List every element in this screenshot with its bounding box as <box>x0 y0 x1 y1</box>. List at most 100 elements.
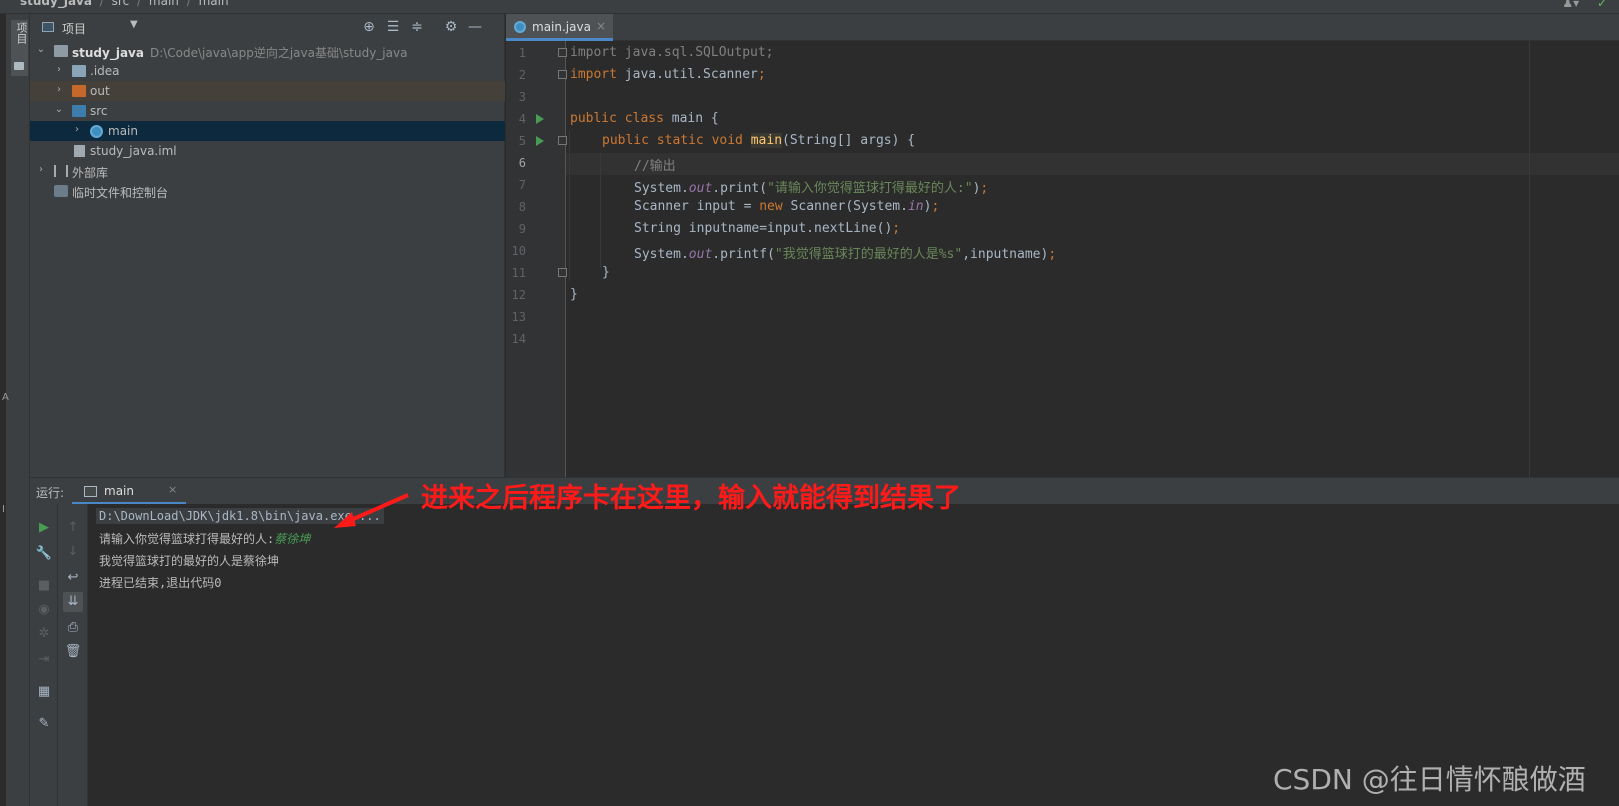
line-number: 13 <box>511 310 526 324</box>
tab-main-java[interactable]: main.java × <box>506 14 613 41</box>
code-token: java.sql.SQLOutput; <box>616 45 774 60</box>
line-number: 9 <box>518 222 526 236</box>
tree-item-label: 临时文件和控制台 <box>72 186 169 200</box>
code-token: System. <box>634 247 689 262</box>
tab-run-main[interactable]: main × <box>72 478 186 505</box>
tree-item-label: out <box>90 84 110 98</box>
tree-item-src[interactable]: ⌄ src <box>30 101 505 121</box>
project-tool-tab-label[interactable]: 项目 <box>13 22 29 44</box>
layout-icon[interactable]: ▦ <box>34 682 54 702</box>
run-method-icon[interactable] <box>536 136 544 146</box>
chevron-down-icon[interactable]: ⌄ <box>54 104 64 115</box>
source-folder-icon <box>72 105 86 117</box>
tree-item-iml[interactable]: study_java.iml <box>30 141 505 161</box>
breadcrumb-src[interactable]: src <box>112 0 130 8</box>
watermark: CSDN @往日情怀酿做酒 <box>1273 763 1586 796</box>
chevron-right-icon[interactable]: › <box>72 124 82 135</box>
code-token: ,inputname) <box>962 247 1049 262</box>
scratches-icon <box>54 185 68 197</box>
breadcrumb-method[interactable]: main <box>199 0 229 8</box>
code-line: } <box>570 287 578 302</box>
line-number: 4 <box>518 112 526 126</box>
close-icon[interactable]: × <box>596 19 606 33</box>
print-icon[interactable]: ⎙ <box>63 618 83 638</box>
semicolon-token: ; <box>931 199 940 214</box>
tab-label: main.java <box>532 20 591 34</box>
code-line: System.out.printf("我觉得篮球打的最好的人是%s",input… <box>634 243 1056 262</box>
code-line: import java.sql.SQLOutput; <box>570 45 774 60</box>
breadcrumb-class[interactable]: main <box>149 0 179 8</box>
locate-icon[interactable]: ⊕ <box>360 18 378 36</box>
project-panel: 项目 ▼ ⊕ ☰ ≑ ⚙ — ⌄ study_java D:\Code\java\… <box>30 14 505 477</box>
semicolon-token: ; <box>892 221 901 236</box>
arrow-down-icon[interactable]: ↓ <box>63 542 83 562</box>
tree-item-project[interactable]: ⌄ study_java D:\Code\java\app逆向之java基础\st… <box>30 41 505 61</box>
exit-icon[interactable]: ⇥ <box>34 650 54 670</box>
code-line: } <box>602 265 610 280</box>
line-number: 1 <box>518 46 526 60</box>
tree-item-label: .idea <box>90 64 120 78</box>
line-number: 6 <box>518 156 526 170</box>
camera-icon[interactable]: ◉ <box>34 600 54 620</box>
chevron-down-icon[interactable]: ⌄ <box>36 44 46 55</box>
console-icon <box>84 486 97 497</box>
line-number: 10 <box>511 244 526 258</box>
pin-icon[interactable]: ✎ <box>34 714 54 734</box>
rerun-icon[interactable]: ▶ <box>34 518 54 538</box>
soft-wrap-icon[interactable]: ↩ <box>63 568 83 588</box>
keyword-token: public static void <box>602 133 743 148</box>
fold-icon[interactable] <box>558 268 567 277</box>
trash-icon[interactable]: 🗑 <box>63 642 83 662</box>
chevron-down-icon[interactable]: ▼ <box>130 19 138 30</box>
tree-item-label: main <box>108 124 138 138</box>
keyword-token: import <box>570 67 617 82</box>
scroll-to-end-icon[interactable]: ⇊ <box>63 592 83 612</box>
tree-item-out[interactable]: › out <box>30 81 505 101</box>
tree-item-external-libraries[interactable]: › 外部库 <box>30 161 505 181</box>
tree-item-idea[interactable]: › .idea <box>30 61 505 81</box>
line-number: 7 <box>518 178 526 192</box>
fold-icon[interactable] <box>558 70 567 79</box>
tree-item-main[interactable]: › main <box>30 121 505 141</box>
breadcrumb-separator: / <box>186 0 191 8</box>
chevron-right-icon[interactable]: › <box>54 84 64 95</box>
breadcrumb-project[interactable]: study_java <box>20 0 92 8</box>
code-token: (String[] args) { <box>782 133 916 148</box>
chevron-right-icon[interactable]: › <box>54 64 64 75</box>
run-class-icon[interactable] <box>536 114 544 124</box>
static-field-token: in <box>907 199 924 214</box>
code-token: } <box>602 265 610 280</box>
gear-icon[interactable]: ⚙ <box>442 18 460 36</box>
string-token: "请输入你觉得篮球打得最好的人:" <box>767 181 973 196</box>
tree-item-path: D:\Code\java\app逆向之java基础\study_java <box>149 46 408 60</box>
user-icon[interactable]: ♟▾ <box>1562 0 1579 10</box>
minimize-icon[interactable]: — <box>466 18 484 36</box>
folder-icon <box>14 62 24 70</box>
close-icon[interactable]: × <box>168 483 177 496</box>
expand-all-icon[interactable]: ☰ <box>384 18 402 36</box>
code-token: main { <box>663 111 719 126</box>
run-toolbar-secondary: ↑ ↓ ↩ ⇊ ⎙ 🗑 <box>58 504 88 806</box>
build-hammer-icon[interactable]: ✓ <box>1597 0 1607 10</box>
excluded-folder-icon <box>72 85 86 97</box>
method-name-token: main <box>750 133 783 148</box>
fold-icon[interactable] <box>558 136 567 145</box>
tree-item-scratches[interactable]: 临时文件和控制台 <box>30 181 505 201</box>
tree-item-label: study_java.iml <box>90 144 177 158</box>
project-panel-title[interactable]: 项目 <box>62 20 86 37</box>
restore-layout-icon[interactable]: ✲ <box>34 624 54 644</box>
console-output-line: 我觉得篮球打的最好的人是蔡徐坤 <box>99 554 280 568</box>
fold-icon[interactable] <box>558 48 567 57</box>
code-token: Scanner input = <box>634 199 760 214</box>
wrench-icon[interactable]: 🔧 <box>34 544 54 564</box>
code-token: System. <box>634 181 689 196</box>
chevron-right-icon[interactable]: › <box>36 164 46 175</box>
semicolon-token: ; <box>980 181 989 196</box>
iml-file-icon <box>74 145 85 157</box>
stop-icon[interactable]: ■ <box>34 576 54 596</box>
collapse-all-icon[interactable]: ≑ <box>408 18 426 36</box>
console-prompt: 请输入你觉得篮球打得最好的人: <box>99 532 275 546</box>
right-margin-guide <box>1529 41 1530 477</box>
semicolon-token: ; <box>1048 247 1057 262</box>
arrow-up-icon[interactable]: ↑ <box>63 518 83 538</box>
